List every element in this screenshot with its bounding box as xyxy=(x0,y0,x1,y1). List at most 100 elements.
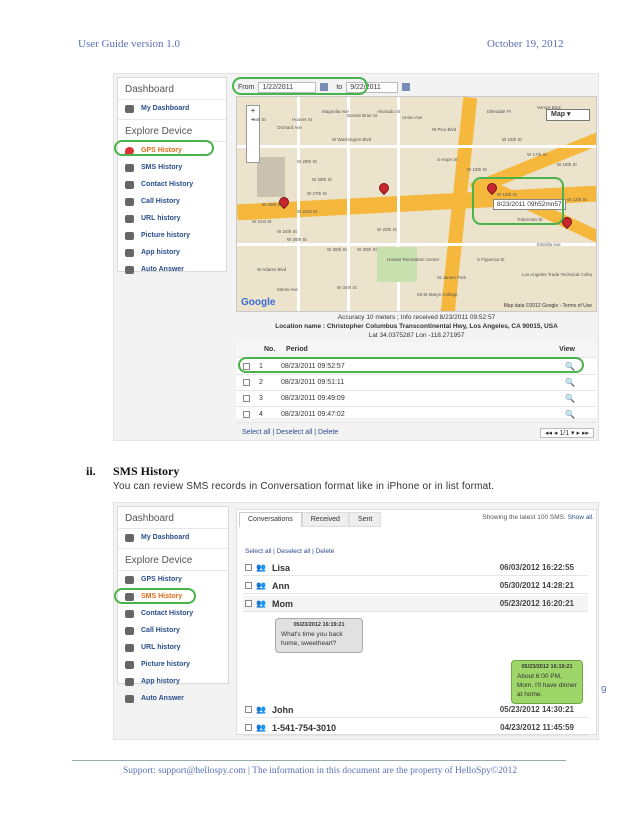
tab-conversations[interactable]: Conversations xyxy=(239,512,302,527)
street-label: Orchard Ave xyxy=(277,125,302,130)
street-label: S Figueroa St xyxy=(477,257,505,262)
user-icon: 👥 xyxy=(256,599,266,608)
conversation-list: 👥 Lisa 06/03/2012 16:22:55 👥 Ann 05/30/2012 … xyxy=(243,560,588,736)
sidebar-explore-heading: Explore Device xyxy=(118,548,228,571)
deselect-all-link[interactable]: Deselect all xyxy=(276,429,312,436)
picture-icon xyxy=(125,660,134,669)
map[interactable]: + − Map ▾ 8/23/2011 09h52mn57 Google Map … xyxy=(236,96,597,312)
street-label: W 18th St xyxy=(557,162,577,167)
list-item[interactable]: 👥 Ann 05/30/2012 14:28:21 xyxy=(243,578,588,594)
magnifier-icon[interactable]: 🔍 xyxy=(565,410,575,419)
app-icon xyxy=(125,677,134,686)
list-item[interactable]: 👥 Lisa 06/03/2012 16:22:55 xyxy=(243,560,588,576)
street-label: W 17th St xyxy=(527,152,547,157)
user-icon: 👥 xyxy=(256,581,266,590)
sidebar-item-url[interactable]: URL history xyxy=(118,639,228,656)
gps-actions: Select all | Deselect all | Delete xyxy=(242,429,339,436)
sms-showing: Showing the latest 100 SMS. Show all. xyxy=(482,514,594,521)
table-row[interactable]: 3 08/23/2011 09:49:09 🔍 xyxy=(236,391,597,407)
street-label: Toberman St xyxy=(517,217,543,222)
magnifier-icon[interactable]: 🔍 xyxy=(565,394,575,403)
list-item[interactable]: 👥 1-541-754-3010 04/23/2012 11:45:59 xyxy=(243,720,588,736)
sidebar-item-my-dashboard[interactable]: My Dashboard xyxy=(118,529,228,546)
sidebar-item-picture[interactable]: Picture history xyxy=(118,227,226,244)
tab-received[interactable]: Received xyxy=(301,512,349,527)
street-label: Menlo Ave xyxy=(277,287,298,292)
row-checkbox[interactable] xyxy=(243,379,250,386)
sidebar-item-url[interactable]: URL history xyxy=(118,210,226,227)
map-type-button[interactable]: Map ▾ xyxy=(546,109,590,121)
street-label: W 15th St xyxy=(467,167,487,172)
street-label: W 35th St xyxy=(327,247,347,252)
sidebar-item-call[interactable]: Call History xyxy=(118,193,226,210)
street-label: Venice Blvd xyxy=(537,105,561,110)
row-checkbox[interactable] xyxy=(245,724,252,731)
location-info: Accuracy 10 meters ; Info received 8/23/… xyxy=(275,314,558,339)
show-all-link[interactable]: Show all. xyxy=(568,514,594,521)
street-label: Los Angeles Trade Technical College xyxy=(522,272,592,277)
list-item[interactable]: 👥 John 05/23/2012 14:30:21 xyxy=(243,702,588,718)
chat-icon xyxy=(125,163,134,172)
map-zoom-control[interactable]: + − xyxy=(246,105,260,163)
sidebar-item-auto-answer[interactable]: Auto Answer xyxy=(118,261,226,278)
street-label: W 25th St xyxy=(262,202,282,207)
google-logo: Google xyxy=(241,297,276,308)
music-note-icon xyxy=(125,265,134,274)
date-highlight-ring xyxy=(232,77,368,95)
monitor-icon xyxy=(125,104,134,113)
street-label: Hoover Recreation Center xyxy=(387,257,440,262)
picture-icon xyxy=(125,231,134,240)
street-label: W 34th St xyxy=(337,285,357,290)
list-item[interactable]: 👥 Mom 05/23/2012 16:20:21 xyxy=(243,596,588,612)
sidebar-item-app[interactable]: App history xyxy=(118,673,228,690)
sidebar-item-sms[interactable]: SMS History xyxy=(118,159,226,176)
row-checkbox[interactable] xyxy=(245,564,252,571)
sidebar-explore-heading: Explore Device xyxy=(118,119,226,142)
select-all-link[interactable]: Select all xyxy=(245,548,271,555)
pager[interactable]: ◂◂ ◂ 1/1 ▾ ▸ ▸▸ xyxy=(539,428,594,438)
sidebar-item-app[interactable]: App history xyxy=(118,244,226,261)
sidebar: Dashboard My Dashboard Explore Device GP… xyxy=(117,77,227,274)
gps-highlight-ring xyxy=(114,140,214,156)
sidebar-item-call[interactable]: Call History xyxy=(118,622,228,639)
user-icon: 👥 xyxy=(256,705,266,714)
section-numeral: ii. xyxy=(86,464,96,478)
street-label: Alvarado St xyxy=(377,109,401,114)
tab-sent[interactable]: Sent xyxy=(348,512,382,527)
delete-link[interactable]: Delete xyxy=(316,548,335,555)
music-note-icon xyxy=(125,694,134,703)
street-label: W 29th St xyxy=(297,159,317,164)
map-marker[interactable] xyxy=(376,180,392,196)
row-checkbox[interactable] xyxy=(245,706,252,713)
street-label: Oak St xyxy=(252,117,266,122)
calendar-icon[interactable] xyxy=(402,83,411,91)
section-desc: You can review SMS records in Conversati… xyxy=(113,481,495,492)
sidebar-item-contact[interactable]: Contact History xyxy=(118,176,226,193)
row-checkbox[interactable] xyxy=(243,411,250,418)
magnifier-icon[interactable]: 🔍 xyxy=(565,378,575,387)
row-checkbox[interactable] xyxy=(245,582,252,589)
delete-link[interactable]: Delete xyxy=(318,429,338,436)
sidebar-item-gps[interactable]: GPS History xyxy=(118,571,228,588)
deselect-all-link[interactable]: Deselect all xyxy=(277,548,311,555)
sidebar-item-my-dashboard[interactable]: My Dashboard xyxy=(118,100,226,117)
row-checkbox[interactable] xyxy=(245,600,252,607)
street-label: W 27th St xyxy=(307,191,327,196)
street-label: W Pico Blvd xyxy=(432,127,457,132)
street-label: Hoover St xyxy=(292,117,313,122)
sidebar-item-picture[interactable]: Picture history xyxy=(118,656,228,673)
select-all-link[interactable]: Select all xyxy=(242,429,270,436)
street-label: W 28th St xyxy=(312,177,332,182)
table-row[interactable]: 4 08/23/2011 09:47:02 🔍 xyxy=(236,407,597,423)
footer-rule xyxy=(72,760,566,761)
street-label: W 23rd St xyxy=(297,209,318,214)
sidebar-item-contact[interactable]: Contact History xyxy=(118,605,228,622)
street-label: W 21st St xyxy=(252,219,272,224)
row-checkbox[interactable] xyxy=(243,395,250,402)
outgoing-bubble: 05/23/2012 16:19:21 About 6:00 PM, Mom. … xyxy=(511,660,583,704)
sidebar-item-auto-answer[interactable]: Auto Answer xyxy=(118,690,228,707)
footer: Support: support@hellospy.com | The info… xyxy=(123,766,518,776)
street-label: W 20th St xyxy=(377,227,397,232)
table-row[interactable]: 2 08/23/2011 09:51:11 🔍 xyxy=(236,375,597,391)
user-icon: 👥 xyxy=(256,723,266,732)
